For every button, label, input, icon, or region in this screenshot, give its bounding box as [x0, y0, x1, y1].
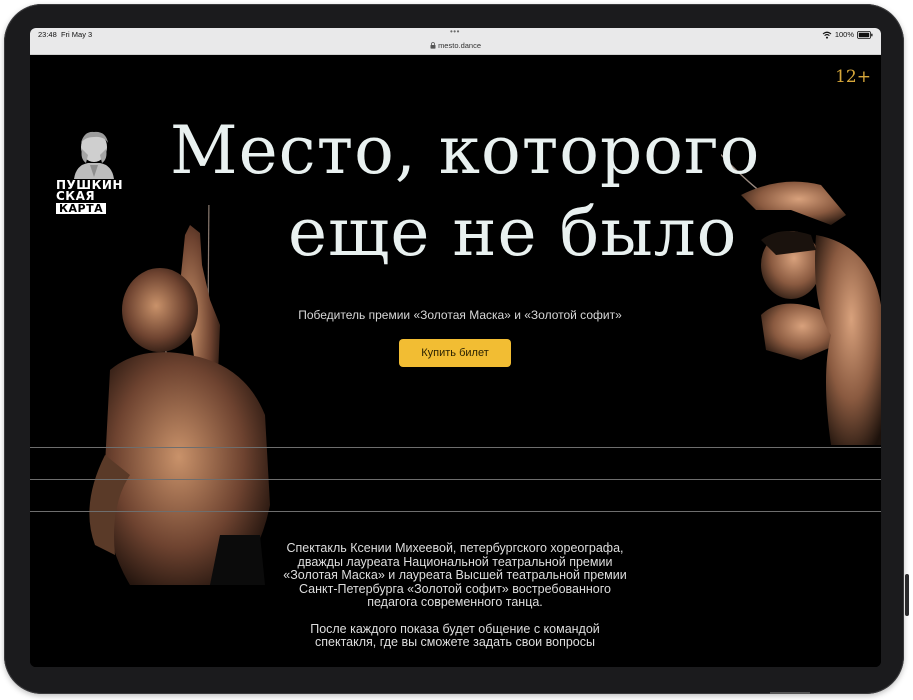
divider-line-1 [30, 447, 881, 448]
status-date: Fri May 3 [60, 30, 93, 39]
battery-icon [857, 30, 873, 39]
divider-line-3 [30, 511, 881, 512]
description-paragraph-2: После каждого показа будет общение с ком… [310, 621, 600, 649]
screen: 23:48 Fri May 3 ••• 100% mesto.dance ПУШ… [30, 28, 881, 667]
device-edge-detail [770, 692, 810, 694]
address-bar[interactable]: mesto.dance [30, 40, 881, 55]
status-bar: 23:48 Fri May 3 ••• 100% [30, 28, 881, 40]
battery-percent: 100% [834, 30, 854, 39]
buy-ticket-button[interactable]: Купить билет [399, 339, 511, 367]
status-right: 100% [822, 30, 873, 39]
logo-wordmark: ПУШКИН СКАЯ КАРТА [56, 179, 148, 214]
status-time: 23:48 Fri May 3 [38, 30, 93, 39]
age-rating: 12+ [835, 67, 871, 87]
bottom-fade [30, 649, 881, 667]
hero-title-line-2: еще не было [288, 194, 738, 271]
lock-icon [430, 42, 436, 49]
pushkin-card-logo[interactable]: ПУШКИН СКАЯ КАРТА [56, 129, 148, 214]
web-page: ПУШКИН СКАЯ КАРТА 12+ Место, которого ещ… [30, 55, 881, 667]
multitasking-dots-icon[interactable]: ••• [450, 28, 460, 36]
divider-line-2 [30, 479, 881, 480]
hero-subtitle: Победитель премии «Золотая Маска» и «Зол… [298, 308, 622, 322]
wifi-icon [822, 31, 832, 39]
url-display[interactable]: mesto.dance [30, 41, 881, 50]
description-paragraph-1: Спектакль Ксении Михеевой, петербургског… [283, 541, 627, 609]
description: Спектакль Ксении Михеевой, петербургског… [280, 541, 630, 663]
logo-line-3: КАРТА [56, 203, 107, 214]
url-text: mesto.dance [438, 41, 482, 50]
logo-line-2: СКАЯ [56, 189, 96, 203]
hero-title: Место, которого еще не было [170, 110, 770, 274]
volume-button [905, 574, 909, 616]
hero-title-line-1: Место, которого [170, 112, 761, 189]
pushkin-bust-icon [74, 131, 114, 179]
